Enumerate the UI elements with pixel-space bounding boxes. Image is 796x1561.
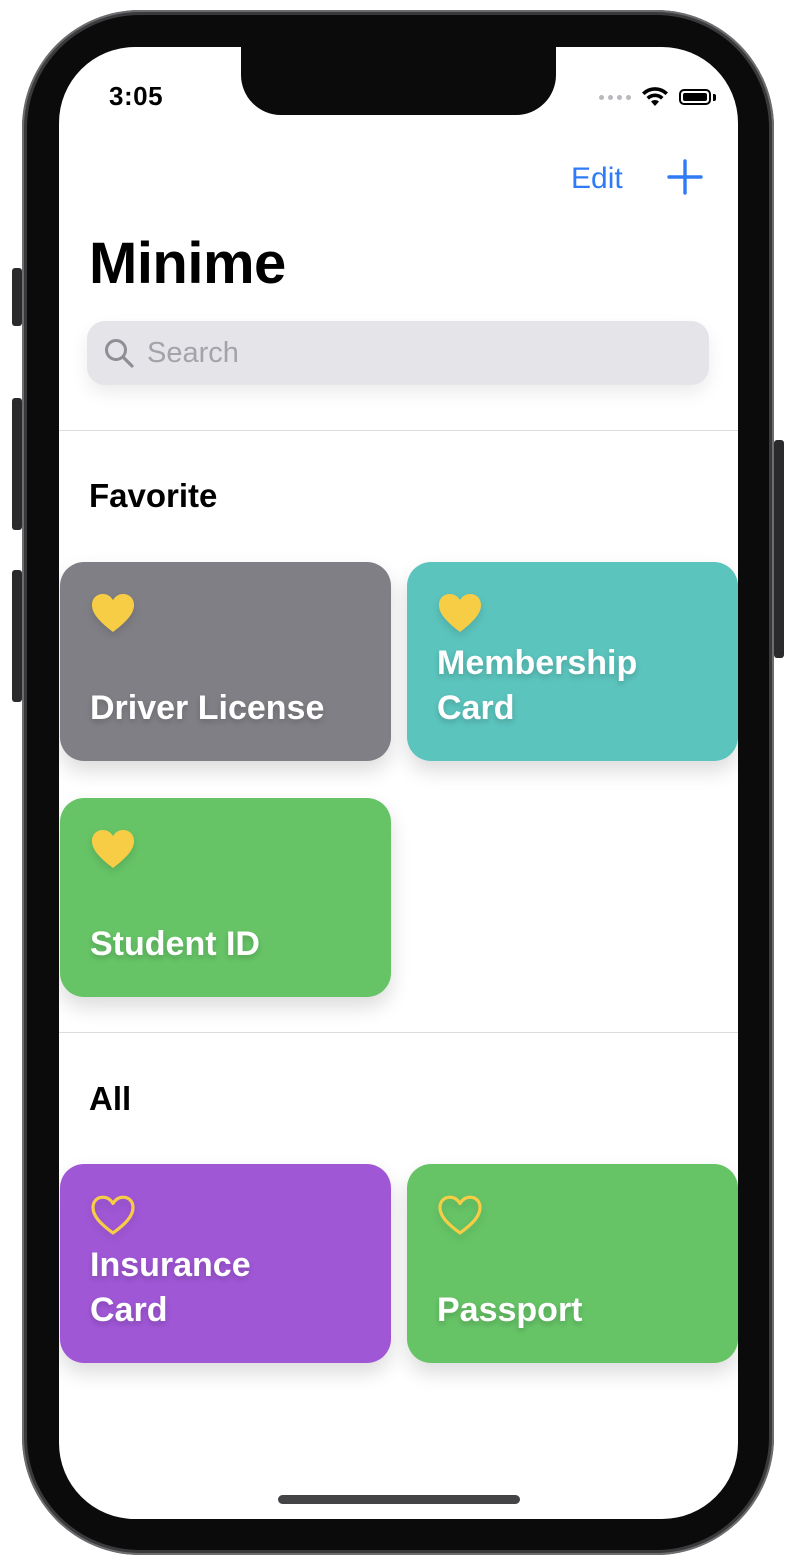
section-title-favorite: Favorite: [89, 477, 218, 514]
card-label: Driver License: [90, 689, 325, 727]
wifi-icon: [642, 87, 668, 106]
card-membership-card[interactable]: Membership Card: [407, 562, 738, 761]
heart-outline-icon: [91, 1195, 135, 1235]
heart-filled-icon: [439, 594, 481, 632]
volume-down-button: [12, 570, 22, 702]
section-title-all: All: [89, 1080, 132, 1117]
notch: [241, 47, 556, 115]
search-input[interactable]: [145, 335, 689, 371]
search-bar[interactable]: [87, 321, 709, 385]
card-label: Student ID: [90, 925, 260, 963]
edit-button[interactable]: Edit: [571, 162, 623, 196]
status-time: 3:05: [109, 81, 164, 111]
plus-icon: [667, 159, 703, 195]
search-icon: [105, 339, 134, 368]
section-divider: [59, 430, 738, 431]
volume-up-button: [12, 398, 22, 530]
card-label: Insurance Card: [90, 1246, 251, 1329]
home-indicator[interactable]: [278, 1495, 520, 1504]
heart-filled-icon: [92, 594, 134, 632]
heart-outline-icon: [438, 1195, 482, 1235]
card-insurance-card[interactable]: Insurance Card: [60, 1164, 391, 1363]
card-passport[interactable]: Passport: [407, 1164, 738, 1363]
card-driver-license[interactable]: Driver License: [60, 562, 391, 761]
power-button: [774, 440, 784, 658]
cellular-signal-icon: [599, 94, 631, 100]
battery-icon: [679, 89, 711, 105]
add-button[interactable]: [665, 157, 705, 197]
status-indicators: [599, 85, 716, 109]
section-divider: [59, 1032, 738, 1033]
battery-tip: [713, 93, 716, 101]
card-label: Membership Card: [437, 644, 638, 727]
page-title: Minime: [89, 231, 286, 296]
card-student-id[interactable]: Student ID: [60, 798, 391, 997]
screen: 3:05 Edit Minime Favorite Driver License: [59, 47, 738, 1519]
card-label: Passport: [437, 1291, 583, 1329]
mute-switch: [12, 268, 22, 326]
heart-filled-icon: [92, 830, 134, 868]
